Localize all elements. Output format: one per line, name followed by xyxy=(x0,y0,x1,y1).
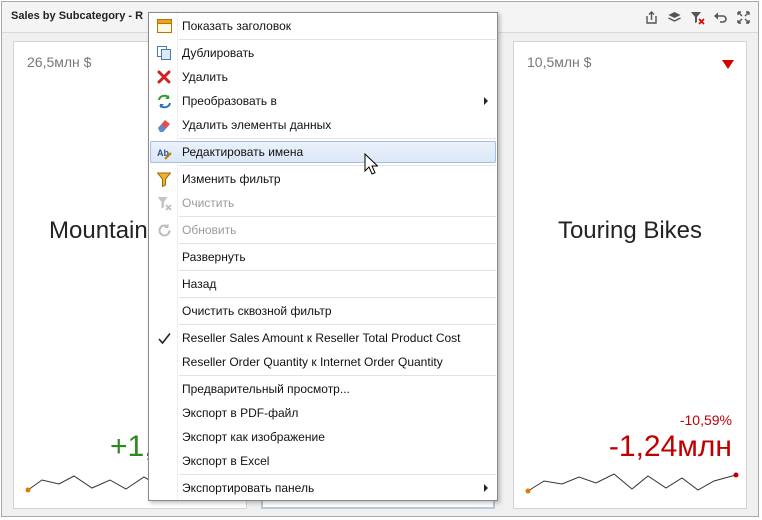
menu-item-remove-data-items[interactable]: Удалить элементы данных xyxy=(150,114,496,136)
menu-item-duplicate[interactable]: Дублировать xyxy=(150,42,496,64)
card-delta: -1,24млн xyxy=(608,430,732,463)
down-trend-icon xyxy=(722,60,734,69)
menu-item-print-preview[interactable]: Предварительный просмотр... xyxy=(150,378,496,400)
menu-item-reseller-order-quantity[interactable]: Reseller Order Quantity к Internet Order… xyxy=(150,351,496,373)
menu-item-label: Назад xyxy=(182,277,217,291)
menu-item-label: Редактировать имена xyxy=(182,145,304,159)
menu-separator xyxy=(179,375,496,376)
menu-item-label: Предварительный просмотр... xyxy=(182,382,350,396)
menu-item-label: Reseller Order Quantity к Internet Order… xyxy=(182,355,443,369)
sparkline xyxy=(525,472,739,494)
sparkline-start-marker xyxy=(25,487,31,493)
menu-separator xyxy=(179,138,496,139)
menu-separator xyxy=(179,297,496,298)
panel-title: Sales by Subcategory - R xyxy=(11,10,144,22)
menu-item-label: Развернуть xyxy=(182,250,246,264)
menu-item-label: Очистить сквозной фильтр xyxy=(182,304,332,318)
menu-item-clear-drill-filter[interactable]: Очистить сквозной фильтр xyxy=(150,300,496,322)
menu-item-clear[interactable]: Очистить xyxy=(150,192,496,214)
menu-separator xyxy=(179,243,496,244)
menu-item-label: Reseller Sales Amount к Reseller Total P… xyxy=(182,331,461,345)
menu-separator xyxy=(179,165,496,166)
submenu-arrow-icon xyxy=(484,97,488,105)
menu-item-label: Экспорт в PDF-файл xyxy=(182,406,299,420)
checkmark-icon xyxy=(156,330,172,346)
clear-filter-icon xyxy=(156,195,172,211)
export-icon[interactable] xyxy=(643,9,660,26)
menu-item-back[interactable]: Назад xyxy=(150,273,496,295)
caption-icon xyxy=(156,18,172,34)
menu-item-label: Изменить фильтр xyxy=(182,172,281,186)
menu-item-show-caption[interactable]: Показать заголовок xyxy=(150,15,496,37)
rename-icon: Ab xyxy=(157,145,173,161)
menu-item-label: Удалить элементы данных xyxy=(182,118,332,132)
menu-item-label: Экспорт как изображение xyxy=(182,430,325,444)
card-title: Touring Bikes xyxy=(557,217,703,244)
menu-item-label: Преобразовать в xyxy=(182,94,277,108)
menu-separator xyxy=(179,474,496,475)
menu-item-label: Дублировать xyxy=(182,46,255,60)
duplicate-icon xyxy=(156,45,172,61)
card-delta: +1, xyxy=(110,430,153,463)
card-value: 26,5млн $ xyxy=(27,54,92,70)
card-value: 10,5млн $ xyxy=(527,54,592,70)
menu-item-edit-names[interactable]: Ab Редактировать имена xyxy=(150,141,496,163)
menu-separator xyxy=(179,324,496,325)
menu-item-export-pdf[interactable]: Экспорт в PDF-файл xyxy=(150,402,496,424)
context-menu: Показать заголовок Дублировать Удалить П… xyxy=(148,12,498,501)
mouse-cursor-icon xyxy=(364,153,378,175)
menu-item-label: Очистить xyxy=(182,196,235,210)
convert-icon xyxy=(156,93,172,109)
refresh-icon xyxy=(156,222,172,238)
card-percent: -10,59% xyxy=(679,412,732,428)
menu-item-export-excel[interactable]: Экспорт в Excel xyxy=(150,450,496,472)
sparkline-start-marker xyxy=(525,488,531,494)
header-toolbar xyxy=(643,9,752,26)
menu-item-label: Экспорт в Excel xyxy=(182,454,270,468)
menu-item-label: Удалить xyxy=(182,70,228,84)
menu-item-delete[interactable]: Удалить xyxy=(150,66,496,88)
delete-icon xyxy=(156,69,172,85)
menu-item-expand[interactable]: Развернуть xyxy=(150,246,496,268)
submenu-arrow-icon xyxy=(484,484,488,492)
sparkline-end-marker xyxy=(733,472,739,478)
menu-separator xyxy=(179,216,496,217)
menu-separator xyxy=(179,270,496,271)
maximize-icon[interactable] xyxy=(735,9,752,26)
menu-item-label: Показать заголовок xyxy=(182,19,292,33)
filter-icon xyxy=(156,171,172,187)
menu-item-label: Экспортировать панель xyxy=(182,481,315,495)
menu-item-export-image[interactable]: Экспорт как изображение xyxy=(150,426,496,448)
menu-item-refresh[interactable]: Обновить xyxy=(150,219,496,241)
menu-item-reseller-sales-amount[interactable]: Reseller Sales Amount к Reseller Total P… xyxy=(150,327,496,349)
layers-icon[interactable] xyxy=(666,9,683,26)
eraser-icon xyxy=(156,117,172,133)
menu-item-convert-to[interactable]: Преобразовать в xyxy=(150,90,496,112)
menu-item-edit-filter[interactable]: Изменить фильтр xyxy=(150,168,496,190)
back-icon[interactable] xyxy=(712,9,729,26)
menu-item-export-panel[interactable]: Экспортировать панель xyxy=(150,477,496,499)
card-touring-bikes[interactable]: 10,5млн $ Touring Bikes -10,59% -1,24млн xyxy=(513,41,747,509)
clear-master-filter-icon[interactable] xyxy=(689,9,706,26)
menu-separator xyxy=(179,39,496,40)
menu-item-label: Обновить xyxy=(182,223,237,237)
